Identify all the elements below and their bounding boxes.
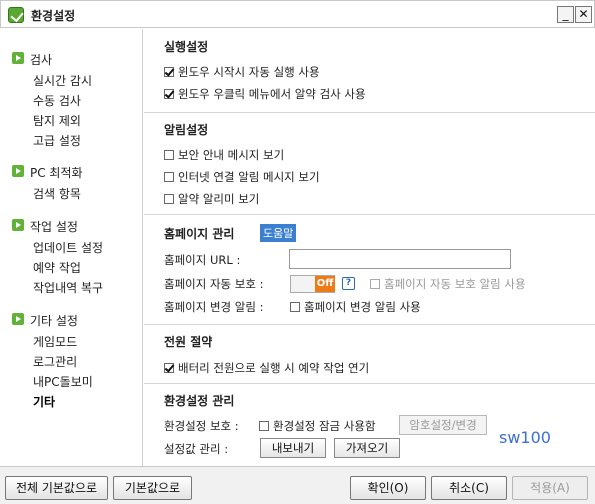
toggle-knob bbox=[291, 276, 315, 292]
option-label: 윈도우 시작시 자동 실행 사용 bbox=[178, 65, 320, 79]
option-internet-msg[interactable]: 인터넷 연결 알림 메시지 보기 bbox=[164, 169, 320, 185]
option-label: 홈페이지 자동 보호 알림 사용 bbox=[384, 277, 526, 291]
sidebar: 검사 실시간 감시 수동 검사 탐지 제외 고급 설정 PC 최적화 검색 항목… bbox=[0, 29, 143, 466]
sidebar-group-tasks: 작업 설정 업데이트 설정 예약 작업 작업내역 복구 bbox=[0, 216, 143, 296]
option-autostart[interactable]: 윈도우 시작시 자동 실행 사용 bbox=[164, 64, 320, 80]
cancel-button[interactable]: 취소(C) bbox=[431, 476, 507, 500]
settings-panel: 실행설정 윈도우 시작시 자동 실행 사용 윈도우 우클릭 메뉴에서 알약 검사… bbox=[144, 29, 595, 466]
window-title: 환경설정 bbox=[31, 9, 76, 23]
sidebar-group-etc: 기타 설정 게임모드 로그관리 내PC돌보미 기타 bbox=[0, 310, 143, 410]
export-button[interactable]: 내보내기 bbox=[260, 438, 326, 458]
section-run: 실행설정 윈도우 시작시 자동 실행 사용 윈도우 우클릭 메뉴에서 알약 검사… bbox=[144, 29, 595, 112]
sidebar-group-title: 작업 설정 bbox=[30, 220, 78, 234]
apply-button: 적용(A) bbox=[512, 476, 588, 500]
version-note: sw100 bbox=[499, 428, 551, 447]
auto-protect-toggle[interactable]: Off bbox=[290, 275, 335, 293]
option-label: 환경설정 잠금 사용함 bbox=[273, 419, 376, 433]
option-label: 홈페이지 변경 알림 사용 bbox=[304, 300, 421, 314]
arrow-right-icon bbox=[12, 52, 24, 64]
values-manage-label: 설정값 관리 : bbox=[164, 442, 229, 456]
dialog-footer: 전체 기본값으로 기본값으로 확인(O) 취소(C) 적용(A) bbox=[0, 466, 595, 504]
sidebar-group-scan: 검사 실시간 감시 수동 검사 탐지 제외 고급 설정 bbox=[0, 49, 143, 149]
option-label: 알약 알리미 보기 bbox=[178, 192, 260, 206]
sidebar-item-advanced[interactable]: 고급 설정 bbox=[0, 129, 143, 149]
sidebar-group-optimize: PC 최적화 검색 항목 bbox=[0, 162, 143, 202]
checkbox[interactable] bbox=[164, 172, 174, 182]
reset-button[interactable]: 기본값으로 bbox=[113, 476, 192, 500]
section-title: 홈페이지 관리 bbox=[164, 227, 235, 241]
sidebar-item-exclusions[interactable]: 탐지 제외 bbox=[0, 109, 143, 129]
section-title: 전원 절약 bbox=[164, 335, 213, 349]
sidebar-item-etc[interactable]: 기타 bbox=[0, 390, 143, 410]
arrow-right-icon bbox=[12, 165, 24, 177]
arrow-right-icon bbox=[12, 219, 24, 231]
checkbox[interactable] bbox=[259, 421, 269, 431]
sidebar-group-header[interactable]: 검사 bbox=[0, 49, 143, 69]
import-button[interactable]: 가져오기 bbox=[334, 438, 400, 458]
settings-protect-label: 환경설정 보호 : bbox=[164, 419, 239, 433]
option-label: 보안 안내 메시지 보기 bbox=[178, 148, 285, 162]
change-notify-label: 홈페이지 변경 알림 : bbox=[164, 300, 264, 314]
sidebar-item-log[interactable]: 로그관리 bbox=[0, 350, 143, 370]
app-check-icon bbox=[8, 7, 24, 23]
section-title: 알림설정 bbox=[164, 123, 209, 137]
checkbox[interactable] bbox=[164, 363, 174, 373]
close-button[interactable]: ✕ bbox=[575, 6, 592, 23]
option-label: 배터리 전원으로 실행 시 예약 작업 연기 bbox=[178, 361, 370, 375]
sidebar-item-scheduled[interactable]: 예약 작업 bbox=[0, 256, 143, 276]
sidebar-group-title: 기타 설정 bbox=[30, 314, 78, 328]
url-label: 홈페이지 URL : bbox=[164, 253, 241, 267]
password-button: 암호설정/변경 bbox=[399, 415, 487, 435]
option-security-msg[interactable]: 보안 안내 메시지 보기 bbox=[164, 147, 284, 163]
sidebar-group-header[interactable]: 기타 설정 bbox=[0, 310, 143, 330]
option-label: 윈도우 우클릭 메뉴에서 알약 검사 사용 bbox=[178, 87, 366, 101]
question-help-icon[interactable]: ? bbox=[342, 277, 355, 290]
sidebar-item-update[interactable]: 업데이트 설정 bbox=[0, 236, 143, 256]
sidebar-item-restore[interactable]: 작업내역 복구 bbox=[0, 276, 143, 296]
checkbox bbox=[370, 279, 380, 289]
checkbox[interactable] bbox=[164, 194, 174, 204]
help-link[interactable]: 도움말 bbox=[260, 224, 297, 242]
checkbox[interactable] bbox=[164, 89, 174, 99]
option-context-menu[interactable]: 윈도우 우클릭 메뉴에서 알약 검사 사용 bbox=[164, 86, 366, 102]
homepage-url-input[interactable] bbox=[289, 249, 511, 269]
option-label: 인터넷 연결 알림 메시지 보기 bbox=[178, 170, 320, 184]
auto-protect-label: 홈페이지 자동 보호 : bbox=[164, 277, 264, 291]
sidebar-group-header[interactable]: PC 최적화 bbox=[0, 162, 143, 182]
option-settings-lock[interactable]: 환경설정 잠금 사용함 bbox=[259, 418, 376, 434]
section-title: 환경설정 관리 bbox=[164, 394, 235, 408]
section-homepage: 홈페이지 관리 도움말 홈페이지 URL : 홈페이지 자동 보호 : Off … bbox=[144, 214, 595, 324]
option-battery-defer[interactable]: 배터리 전원으로 실행 시 예약 작업 연기 bbox=[164, 360, 369, 376]
sidebar-item-realtime[interactable]: 실시간 감시 bbox=[0, 69, 143, 89]
sidebar-item-search-items[interactable]: 검색 항목 bbox=[0, 182, 143, 202]
toggle-state: Off bbox=[315, 276, 335, 292]
checkbox[interactable] bbox=[164, 150, 174, 160]
reset-all-button[interactable]: 전체 기본값으로 bbox=[5, 476, 108, 500]
section-manage: 환경설정 관리 환경설정 보호 : 환경설정 잠금 사용함 암호설정/변경 설정… bbox=[144, 383, 595, 466]
title-bar: 환경설정 _ ✕ bbox=[0, 0, 595, 28]
arrow-right-icon bbox=[12, 313, 24, 325]
checkbox[interactable] bbox=[290, 302, 300, 312]
sidebar-group-header[interactable]: 작업 설정 bbox=[0, 216, 143, 236]
minimize-button[interactable]: _ bbox=[557, 6, 574, 23]
ok-button[interactable]: 확인(O) bbox=[350, 476, 426, 500]
sidebar-item-pc-care[interactable]: 내PC돌보미 bbox=[0, 370, 143, 390]
option-protect-notify: 홈페이지 자동 보호 알림 사용 bbox=[370, 276, 526, 292]
option-change-notify[interactable]: 홈페이지 변경 알림 사용 bbox=[290, 299, 421, 315]
section-title: 실행설정 bbox=[164, 40, 209, 54]
section-notify: 알림설정 보안 안내 메시지 보기 인터넷 연결 알림 메시지 보기 알약 알리… bbox=[144, 112, 595, 214]
sidebar-item-manual-scan[interactable]: 수동 검사 bbox=[0, 89, 143, 109]
sidebar-group-title: PC 최적화 bbox=[30, 166, 83, 180]
sidebar-item-game-mode[interactable]: 게임모드 bbox=[0, 330, 143, 350]
option-notifier[interactable]: 알약 알리미 보기 bbox=[164, 191, 259, 207]
section-power: 전원 절약 배터리 전원으로 실행 시 예약 작업 연기 bbox=[144, 324, 595, 383]
checkbox[interactable] bbox=[164, 67, 174, 77]
sidebar-group-title: 검사 bbox=[30, 53, 53, 67]
